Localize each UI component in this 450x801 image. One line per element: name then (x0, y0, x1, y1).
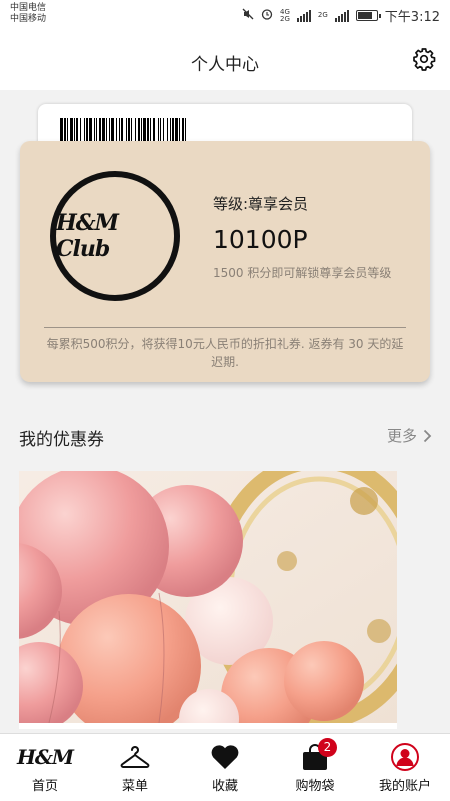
status-time: 下午3:12 (384, 10, 440, 25)
tab-bag[interactable]: 2 购物袋 (270, 734, 360, 801)
page-title: 个人中心 (191, 55, 259, 75)
member-points: 10100P (213, 225, 308, 254)
hm-logo-icon: H&M (16, 745, 74, 769)
unlock-hint: 1500 积分即可解锁尊享会员等级 (213, 266, 392, 280)
tab-menu-label: 菜单 (121, 779, 148, 794)
gear-icon[interactable] (412, 47, 436, 71)
carrier-2: 中国移动 (10, 14, 47, 24)
tab-home-label: 首页 (31, 779, 58, 794)
coupon-image (19, 471, 397, 723)
bottom-tab-bar: H&M 首页 菜单 收藏 2 购物袋 我的账户 (0, 733, 450, 801)
carrier-info: 中国电信 中国移动 (10, 3, 46, 25)
tab-account-label: 我的账户 (378, 779, 431, 794)
hm-club-logo: H&M Club (50, 171, 180, 301)
bag-count-badge: 2 (318, 738, 337, 757)
battery-icon (355, 10, 381, 21)
network-type-4g: 4G 2G (280, 7, 290, 23)
coupons-section-title: 我的优惠券 (19, 430, 104, 450)
hm-club-card: H&M Club 等级:尊享会员 10100P 1500 积分即可解锁尊享会员等… (20, 141, 430, 382)
points-rule: 每累积500积分，将获得10元人民币的折扣礼券. 返券有 30 天的延迟期. (46, 337, 404, 369)
carrier-1: 中国电信 (10, 3, 47, 13)
status-icons: 4G 2G 2G 下午3:12 (242, 6, 440, 25)
account-icon (385, 742, 425, 772)
bag-icon: 2 (295, 738, 337, 772)
more-coupons-label: 更多 (386, 427, 417, 445)
tab-menu[interactable]: 菜单 (90, 734, 180, 801)
tab-favorites-label: 收藏 (211, 779, 238, 794)
more-coupons-link[interactable]: 更多 (387, 425, 432, 446)
status-bar: 中国电信 中国移动 4G 2G 2G 下午3:12 (0, 0, 450, 30)
alarm-icon (261, 8, 273, 23)
chevron-right-icon (423, 429, 432, 442)
member-level: 等级:尊享会员 (213, 195, 309, 213)
hanger-icon (115, 742, 155, 772)
signal-icon-2 (334, 9, 349, 22)
heart-icon (205, 742, 245, 772)
mute-icon (242, 8, 254, 23)
tab-account[interactable]: 我的账户 (360, 734, 450, 801)
network-type-2g: 2G (317, 11, 328, 19)
tab-favorites[interactable]: 收藏 (180, 734, 270, 801)
card-divider (44, 327, 406, 328)
coupon-card[interactable] (19, 471, 397, 729)
tab-home[interactable]: H&M 首页 (0, 734, 90, 801)
tab-bag-label: 购物袋 (295, 779, 335, 794)
signal-icon (296, 9, 311, 22)
header: 个人中心 (0, 30, 450, 90)
